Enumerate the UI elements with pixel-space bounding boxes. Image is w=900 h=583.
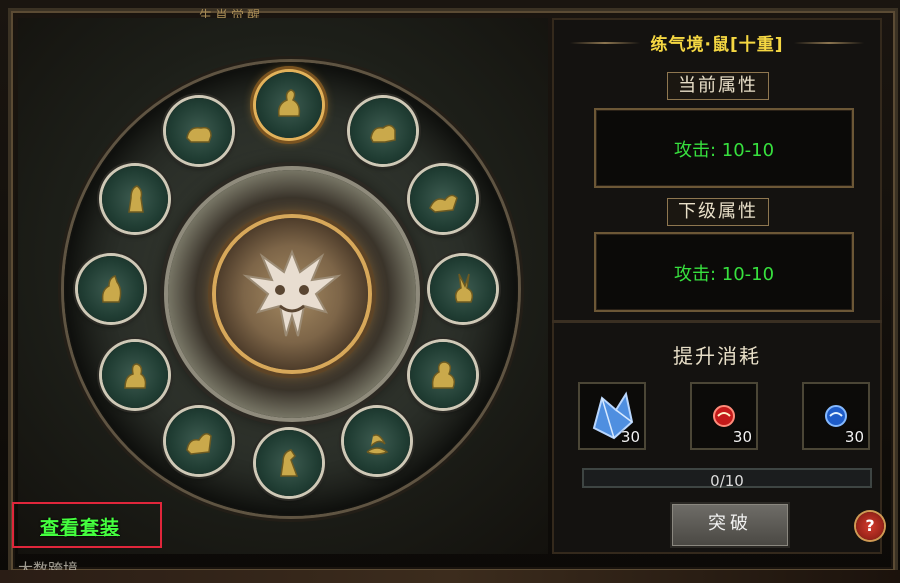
next-attr-label: 下级属性 (667, 198, 769, 226)
cost-item-3-count: 30 (844, 428, 864, 446)
cost-item-1[interactable]: 30 (578, 382, 646, 450)
next-attr-value: 攻击: 10-10 (673, 264, 775, 285)
bottom-decor (0, 570, 900, 583)
cost-item-2-count: 30 (732, 428, 752, 446)
horse-figure-icon (280, 449, 299, 477)
ox-figure-icon (370, 124, 396, 143)
cost-item-1-count: 30 (620, 428, 640, 446)
current-attr-label: 当前属性 (667, 72, 769, 100)
zodiac-slot-horse[interactable] (256, 430, 322, 496)
zodiac-slot-monkey[interactable] (102, 342, 168, 408)
zodiac-slot-dragon[interactable] (410, 342, 476, 408)
section-divider (552, 320, 882, 323)
progress-text: 0/10 (710, 472, 744, 490)
zodiac-slot-goat[interactable] (166, 408, 232, 474)
view-set-button[interactable]: 查看套装 (12, 502, 162, 548)
zodiac-slot-rat[interactable] (256, 72, 322, 138)
zodiac-slot-rabbit[interactable] (430, 256, 496, 322)
zodiac-slot-snake[interactable] (344, 408, 410, 474)
zodiac-slot-tiger[interactable] (410, 166, 476, 232)
rabbit-figure-icon (454, 273, 474, 303)
cost-item-3[interactable]: 30 (802, 382, 870, 450)
zodiac-slot-ox[interactable] (350, 98, 416, 164)
dragon-figure-icon (431, 361, 456, 389)
zodiac-awakening-window: 生肖觉醒 查看套装 练气境·鼠[十重] 当前属性 攻击: 10-10 下级属性 … (0, 0, 900, 583)
cost-item-2[interactable]: 30 (690, 382, 758, 450)
current-attr-value: 攻击: 10-10 (673, 140, 775, 161)
rooster-figure-icon (101, 275, 122, 303)
view-set-label: 查看套装 (40, 517, 121, 539)
title-deco-right (794, 42, 864, 44)
breakthrough-button[interactable]: 突破 (670, 502, 790, 548)
cost-title: 提升消耗 (673, 344, 761, 368)
zodiac-slot-rooster[interactable] (78, 256, 144, 322)
zodiac-wheel-panel (18, 18, 548, 554)
tiger-figure-icon (429, 194, 458, 213)
rat-figure-icon (277, 89, 301, 117)
pig-figure-icon (186, 126, 212, 143)
goat-figure-icon (186, 433, 212, 455)
next-attr-box: 攻击: 10-10 (594, 232, 854, 312)
dog-figure-icon (128, 185, 144, 213)
zodiac-slot-pig[interactable] (166, 98, 232, 164)
info-panel: 练气境·鼠[十重] 当前属性 攻击: 10-10 下级属性 攻击: 10-10 … (552, 18, 884, 554)
help-icon[interactable]: ? (856, 512, 884, 540)
monkey-figure-icon (124, 363, 147, 389)
snake-figure-icon (366, 434, 389, 455)
current-attr-box: 攻击: 10-10 (594, 108, 854, 188)
zodiac-slot-dog[interactable] (102, 166, 168, 232)
dragon-head-icon (242, 249, 342, 337)
